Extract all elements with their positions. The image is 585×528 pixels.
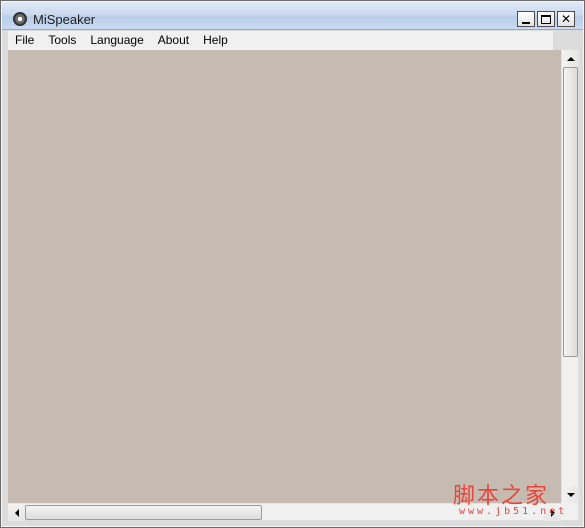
arrow-right-icon xyxy=(550,508,555,517)
scroll-up-button[interactable] xyxy=(562,50,579,67)
close-button[interactable]: ✕ xyxy=(557,11,575,27)
menu-help[interactable]: Help xyxy=(196,31,235,50)
menu-language[interactable]: Language xyxy=(83,31,150,50)
menu-about[interactable]: About xyxy=(151,31,196,50)
horizontal-scroll-thumb[interactable] xyxy=(25,505,262,520)
title-bar[interactable]: MiSpeaker ✕ xyxy=(2,2,583,30)
minimize-icon xyxy=(522,22,530,24)
maximize-icon xyxy=(541,14,551,24)
main-content-area[interactable] xyxy=(8,50,561,503)
scroll-right-button[interactable] xyxy=(544,504,561,521)
vertical-scroll-thumb[interactable] xyxy=(563,67,578,357)
maximize-button[interactable] xyxy=(537,11,555,27)
arrow-down-icon xyxy=(566,492,575,497)
window-title: MiSpeaker xyxy=(33,12,96,27)
size-grip[interactable] xyxy=(561,503,578,520)
arrow-left-icon xyxy=(14,508,19,517)
menu-bar: File Tools Language About Help xyxy=(8,31,553,50)
app-icon[interactable] xyxy=(13,12,27,26)
arrow-up-icon xyxy=(566,56,575,61)
horizontal-scrollbar[interactable] xyxy=(8,503,561,521)
scroll-down-button[interactable] xyxy=(562,486,579,503)
app-window: MiSpeaker ✕ File Tools Language About He… xyxy=(0,0,585,528)
menu-file[interactable]: File xyxy=(8,31,41,50)
close-icon: ✕ xyxy=(560,12,572,26)
scroll-left-button[interactable] xyxy=(8,504,25,521)
minimize-button[interactable] xyxy=(517,11,535,27)
vertical-scrollbar[interactable] xyxy=(561,50,579,503)
menu-tools[interactable]: Tools xyxy=(41,31,83,50)
